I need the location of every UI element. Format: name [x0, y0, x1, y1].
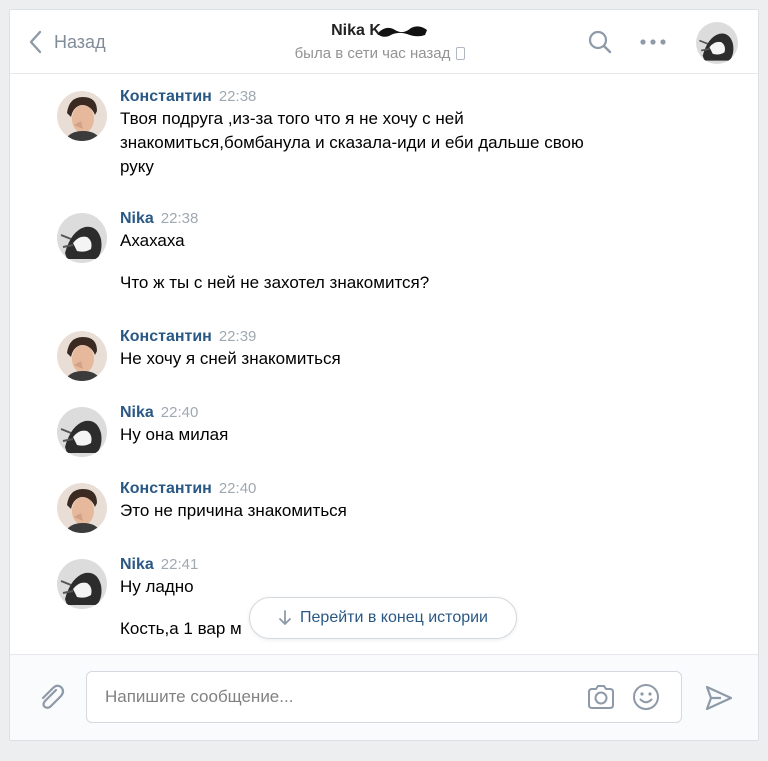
avatar-image-nika	[57, 407, 107, 457]
message-time: 22:40	[160, 404, 199, 421]
message-history[interactable]: Константин 22:38 Твоя подруга ,из-за того…	[10, 74, 758, 654]
message-author[interactable]: Nika	[120, 404, 154, 421]
message-body: Константин 22:39 Не хочу я сней знакомить…	[120, 328, 680, 371]
avatar[interactable]	[57, 91, 107, 141]
chevron-left-icon	[29, 30, 42, 54]
contact-name-text: Nika K	[331, 22, 381, 39]
camera-icon[interactable]	[586, 683, 616, 711]
jump-to-end-button[interactable]: Перейти в конец истории	[249, 597, 517, 639]
message-author[interactable]: Nika	[120, 210, 154, 227]
search-icon[interactable]	[587, 29, 613, 55]
message-text: Твоя подруга ,из-за того что я не хочу с…	[120, 109, 584, 176]
message-text: Это не причина знакомиться	[120, 501, 347, 520]
avatar-image-nika	[696, 22, 738, 64]
message-body: Nika 22:38 Ахахаха Что ж ты с ней не захо…	[120, 210, 680, 295]
arrow-down-icon	[279, 610, 291, 625]
message-body: Константин 22:40 Это не причина знакомить…	[120, 480, 680, 523]
status-text: была в сети час назад	[294, 45, 451, 62]
message-text: Ну она милая	[120, 425, 229, 444]
chat-title[interactable]: Nika K была в сети час назад	[220, 20, 540, 62]
message-text: Что ж ты с ней не захотел знакомится?	[120, 273, 430, 292]
online-status: была в сети час назад	[220, 45, 540, 62]
avatar[interactable]	[57, 483, 107, 533]
more-icon[interactable]	[638, 36, 668, 48]
avatar[interactable]	[57, 407, 107, 457]
composer: Напишите сообщение...	[10, 654, 758, 740]
back-label: Назад	[54, 31, 106, 52]
redaction-mark	[378, 25, 427, 37]
chat-header: Назад Nika K была в сети час назад	[10, 10, 758, 74]
message-time: 22:39	[218, 328, 257, 345]
avatar-image-konstantin	[57, 483, 107, 533]
message-text: Не хочу я сней знакомиться	[120, 349, 341, 368]
message-time: 22:38	[160, 210, 199, 227]
message-time: 22:40	[218, 480, 257, 497]
back-button[interactable]: Назад	[28, 28, 106, 56]
message-author[interactable]: Константин	[120, 88, 212, 105]
contact-avatar[interactable]	[696, 22, 738, 64]
contact-name: Nika K	[331, 20, 429, 41]
message-input-placeholder: Напишите сообщение...	[105, 687, 294, 706]
paperclip-icon[interactable]	[36, 682, 66, 712]
message-author[interactable]: Nika	[120, 556, 154, 573]
avatar-image-nika	[57, 213, 107, 263]
smile-icon[interactable]	[631, 682, 661, 712]
phone-icon	[456, 47, 466, 60]
avatar[interactable]	[57, 331, 107, 381]
avatar-image-konstantin	[57, 91, 107, 141]
message-author[interactable]: Константин	[120, 328, 212, 345]
message-input[interactable]: Напишите сообщение...	[86, 671, 682, 723]
avatar-image-konstantin	[57, 331, 107, 381]
message-time: 22:41	[160, 556, 199, 573]
message-author[interactable]: Константин	[120, 480, 212, 497]
avatar-image-nika	[57, 559, 107, 609]
message-text: Ахахаха	[120, 231, 185, 250]
avatar[interactable]	[57, 213, 107, 263]
jump-to-end-label: Перейти в конец истории	[300, 609, 488, 626]
chat-window: Назад Nika K была в сети час назад Конст…	[9, 9, 759, 741]
message-text: Ну ладно	[120, 577, 194, 596]
message-body: Константин 22:38 Твоя подруга ,из-за того…	[120, 88, 680, 179]
avatar[interactable]	[57, 559, 107, 609]
message-body: Nika 22:40 Ну она милая	[120, 404, 680, 447]
message-time: 22:38	[218, 88, 257, 105]
send-icon[interactable]	[704, 683, 734, 713]
